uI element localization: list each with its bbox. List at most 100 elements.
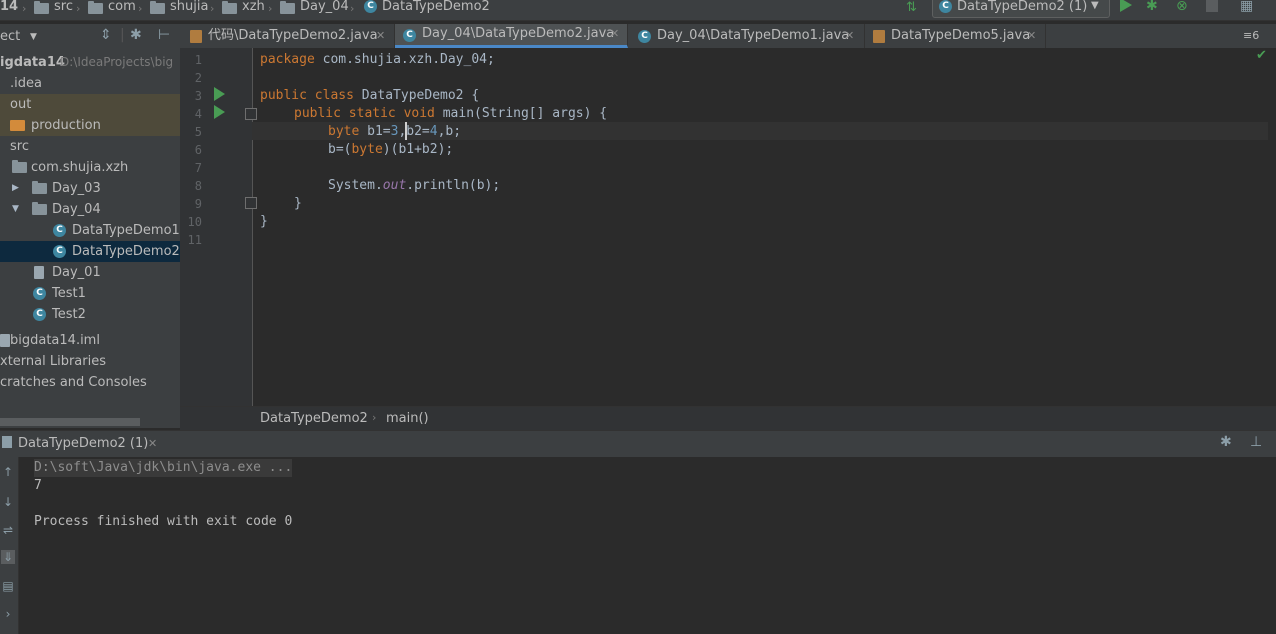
debug-icon[interactable]: ✱ — [1146, 0, 1158, 14]
run-panel-header: DataTypeDemo2 (1) ✕ ✱ ⊥ — [0, 430, 1276, 458]
tree-item-out[interactable]: out — [0, 94, 180, 115]
tree-item-production[interactable]: production — [0, 115, 180, 136]
arrow-up-icon[interactable]: ↑ — [1, 465, 15, 479]
file-icon — [34, 266, 44, 279]
java-class-icon: C — [939, 0, 952, 13]
chevron-right-icon[interactable]: ▶ — [12, 178, 19, 199]
code-line-5: byte b1=3,b2=4,b; — [328, 123, 461, 141]
code-token: out — [382, 178, 407, 193]
horizontal-scrollbar[interactable] — [0, 418, 140, 426]
file-icon — [0, 334, 10, 347]
gear-icon[interactable]: ✱ — [1220, 434, 1232, 450]
code-token: .println(b); — [406, 178, 501, 193]
tree-item-day01[interactable]: Day_01 — [0, 262, 180, 283]
folder-icon — [88, 1, 103, 14]
tree-item-label: Test1 — [52, 286, 86, 301]
tree-item-package[interactable]: com.shujia.xzh — [0, 157, 180, 178]
build-icon[interactable]: ⇅ — [906, 0, 917, 15]
code-token: System. — [328, 178, 383, 193]
code-token: b=( — [328, 142, 352, 157]
tree-item-idea[interactable]: .idea — [0, 73, 180, 94]
tree-item-day03[interactable]: ▶ Day_03 — [0, 178, 180, 199]
code-line-10: } — [260, 214, 268, 229]
tree-item-test2[interactable]: C Test2 — [0, 304, 180, 325]
tab-datatypedemo5[interactable]: DataTypeDemo5.java ✕ — [865, 24, 1046, 48]
tree-item-scratches[interactable]: cratches and Consoles — [0, 372, 180, 393]
project-tree: igdata14 D:\IdeaProjects\big .idea out p… — [0, 50, 180, 428]
tab-code-datatypedemo2[interactable]: 代码\DataTypeDemo2.java ✕ — [180, 24, 395, 48]
nav-crumb-day04[interactable]: Day_04 — [300, 0, 349, 20]
chevron-down-icon[interactable]: ▼ — [30, 32, 37, 42]
console-output[interactable] — [19, 457, 1276, 634]
editor-scrollbar[interactable] — [1268, 48, 1276, 406]
code-token: b1= — [359, 124, 391, 139]
tree-item-datatypedemo2[interactable]: C DataTypeDemo2 — [0, 241, 180, 262]
breadcrumb-class[interactable]: DataTypeDemo2 — [260, 411, 368, 426]
package-icon — [32, 202, 47, 215]
line-number: 3 — [194, 89, 202, 103]
project-view-selector[interactable]: ect — [0, 29, 20, 44]
run-main-gutter-icon[interactable] — [214, 105, 225, 119]
hide-panel-icon[interactable]: ⊢ — [158, 27, 170, 43]
tree-item-src[interactable]: src — [0, 136, 180, 157]
tree-item-label: .idea — [10, 76, 42, 91]
breadcrumb-method[interactable]: main() — [386, 411, 429, 426]
line-number: 6 — [194, 143, 202, 157]
tab-day04-datatypedemo2[interactable]: C Day_04\DataTypeDemo2.java ✕ — [395, 24, 628, 48]
run-tab-label[interactable]: DataTypeDemo2 (1) — [18, 436, 148, 451]
gear-icon[interactable]: ✱ — [130, 27, 142, 43]
soft-wrap-icon[interactable]: ⇌ — [1, 523, 15, 537]
tree-item-label: out — [10, 97, 32, 112]
tree-item-label: com.shujia.xzh — [31, 160, 129, 175]
code-token: package — [260, 52, 315, 67]
arrow-down-icon[interactable]: ↓ — [1, 495, 15, 509]
print-icon[interactable]: ▤ — [1, 579, 15, 593]
run-class-gutter-icon[interactable] — [214, 87, 225, 101]
tree-item-label: DataTypeDemo2 — [72, 244, 180, 259]
tree-item-test1[interactable]: C Test1 — [0, 283, 180, 304]
project-structure-icon[interactable]: ▦ — [1240, 0, 1253, 14]
close-icon[interactable]: ✕ — [1027, 24, 1036, 48]
tab-overflow-button[interactable]: ≡6 — [1243, 24, 1259, 48]
close-icon[interactable]: ✕ — [148, 437, 157, 450]
chevron-down-icon: ▼ — [1091, 0, 1099, 11]
scroll-to-end-icon[interactable]: ⇓ — [1, 550, 15, 564]
tree-item-day04[interactable]: ▼ Day_04 — [0, 199, 180, 220]
code-token: ,b2= — [398, 124, 430, 139]
tab-day04-datatypedemo1[interactable]: C Day_04\DataTypeDemo1.java ✕ — [628, 24, 865, 48]
tree-item-project-root[interactable]: igdata14 D:\IdeaProjects\big — [0, 52, 180, 73]
chevron-down-icon[interactable]: ▼ — [12, 199, 19, 220]
line-number: 7 — [194, 161, 202, 175]
nav-crumb-xzh[interactable]: xzh — [242, 0, 265, 20]
fold-marker-icon[interactable] — [245, 108, 257, 120]
java-class-icon: C — [403, 29, 416, 42]
fold-marker-icon[interactable] — [245, 197, 257, 209]
nav-crumb-src[interactable]: src — [54, 0, 73, 20]
coverage-icon[interactable]: ⊗ — [1176, 0, 1188, 14]
tab-label: 代码\DataTypeDemo2.java — [208, 28, 378, 43]
code-line-3: public class DataTypeDemo2 { — [260, 87, 479, 105]
close-icon[interactable]: ✕ — [845, 24, 854, 48]
nav-crumb-com[interactable]: com — [108, 0, 136, 20]
line-number: 2 — [194, 71, 202, 85]
java-file-icon — [873, 30, 885, 43]
code-token: public static void — [294, 106, 435, 121]
tree-item-datatypedemo1[interactable]: C DataTypeDemo1 — [0, 220, 180, 241]
tree-item-iml[interactable]: bigdata14.iml — [0, 330, 180, 351]
run-icon[interactable] — [1120, 0, 1132, 12]
nav-crumb-project[interactable]: 14 — [0, 0, 18, 20]
line-number: 10 — [187, 215, 202, 229]
tree-item-external-libraries[interactable]: xternal Libraries — [0, 351, 180, 372]
java-class-icon: C — [33, 308, 46, 321]
chevron-right-icon[interactable]: › — [1, 607, 15, 621]
package-icon — [12, 160, 27, 173]
collapse-all-icon[interactable]: ⇕ — [100, 27, 112, 43]
stop-icon[interactable] — [1206, 0, 1218, 12]
editor-tab-bar: 代码\DataTypeDemo2.java ✕ C Day_04\DataTyp… — [180, 24, 1276, 49]
close-icon[interactable]: ✕ — [376, 24, 385, 48]
nav-crumb-class[interactable]: DataTypeDemo2 — [382, 0, 490, 20]
close-icon[interactable]: ✕ — [610, 22, 619, 46]
run-config-dropdown[interactable]: C DataTypeDemo2 (1) ▼ — [932, 0, 1110, 18]
nav-crumb-shujia[interactable]: shujia — [170, 0, 208, 20]
hide-panel-icon[interactable]: ⊥ — [1250, 434, 1262, 450]
